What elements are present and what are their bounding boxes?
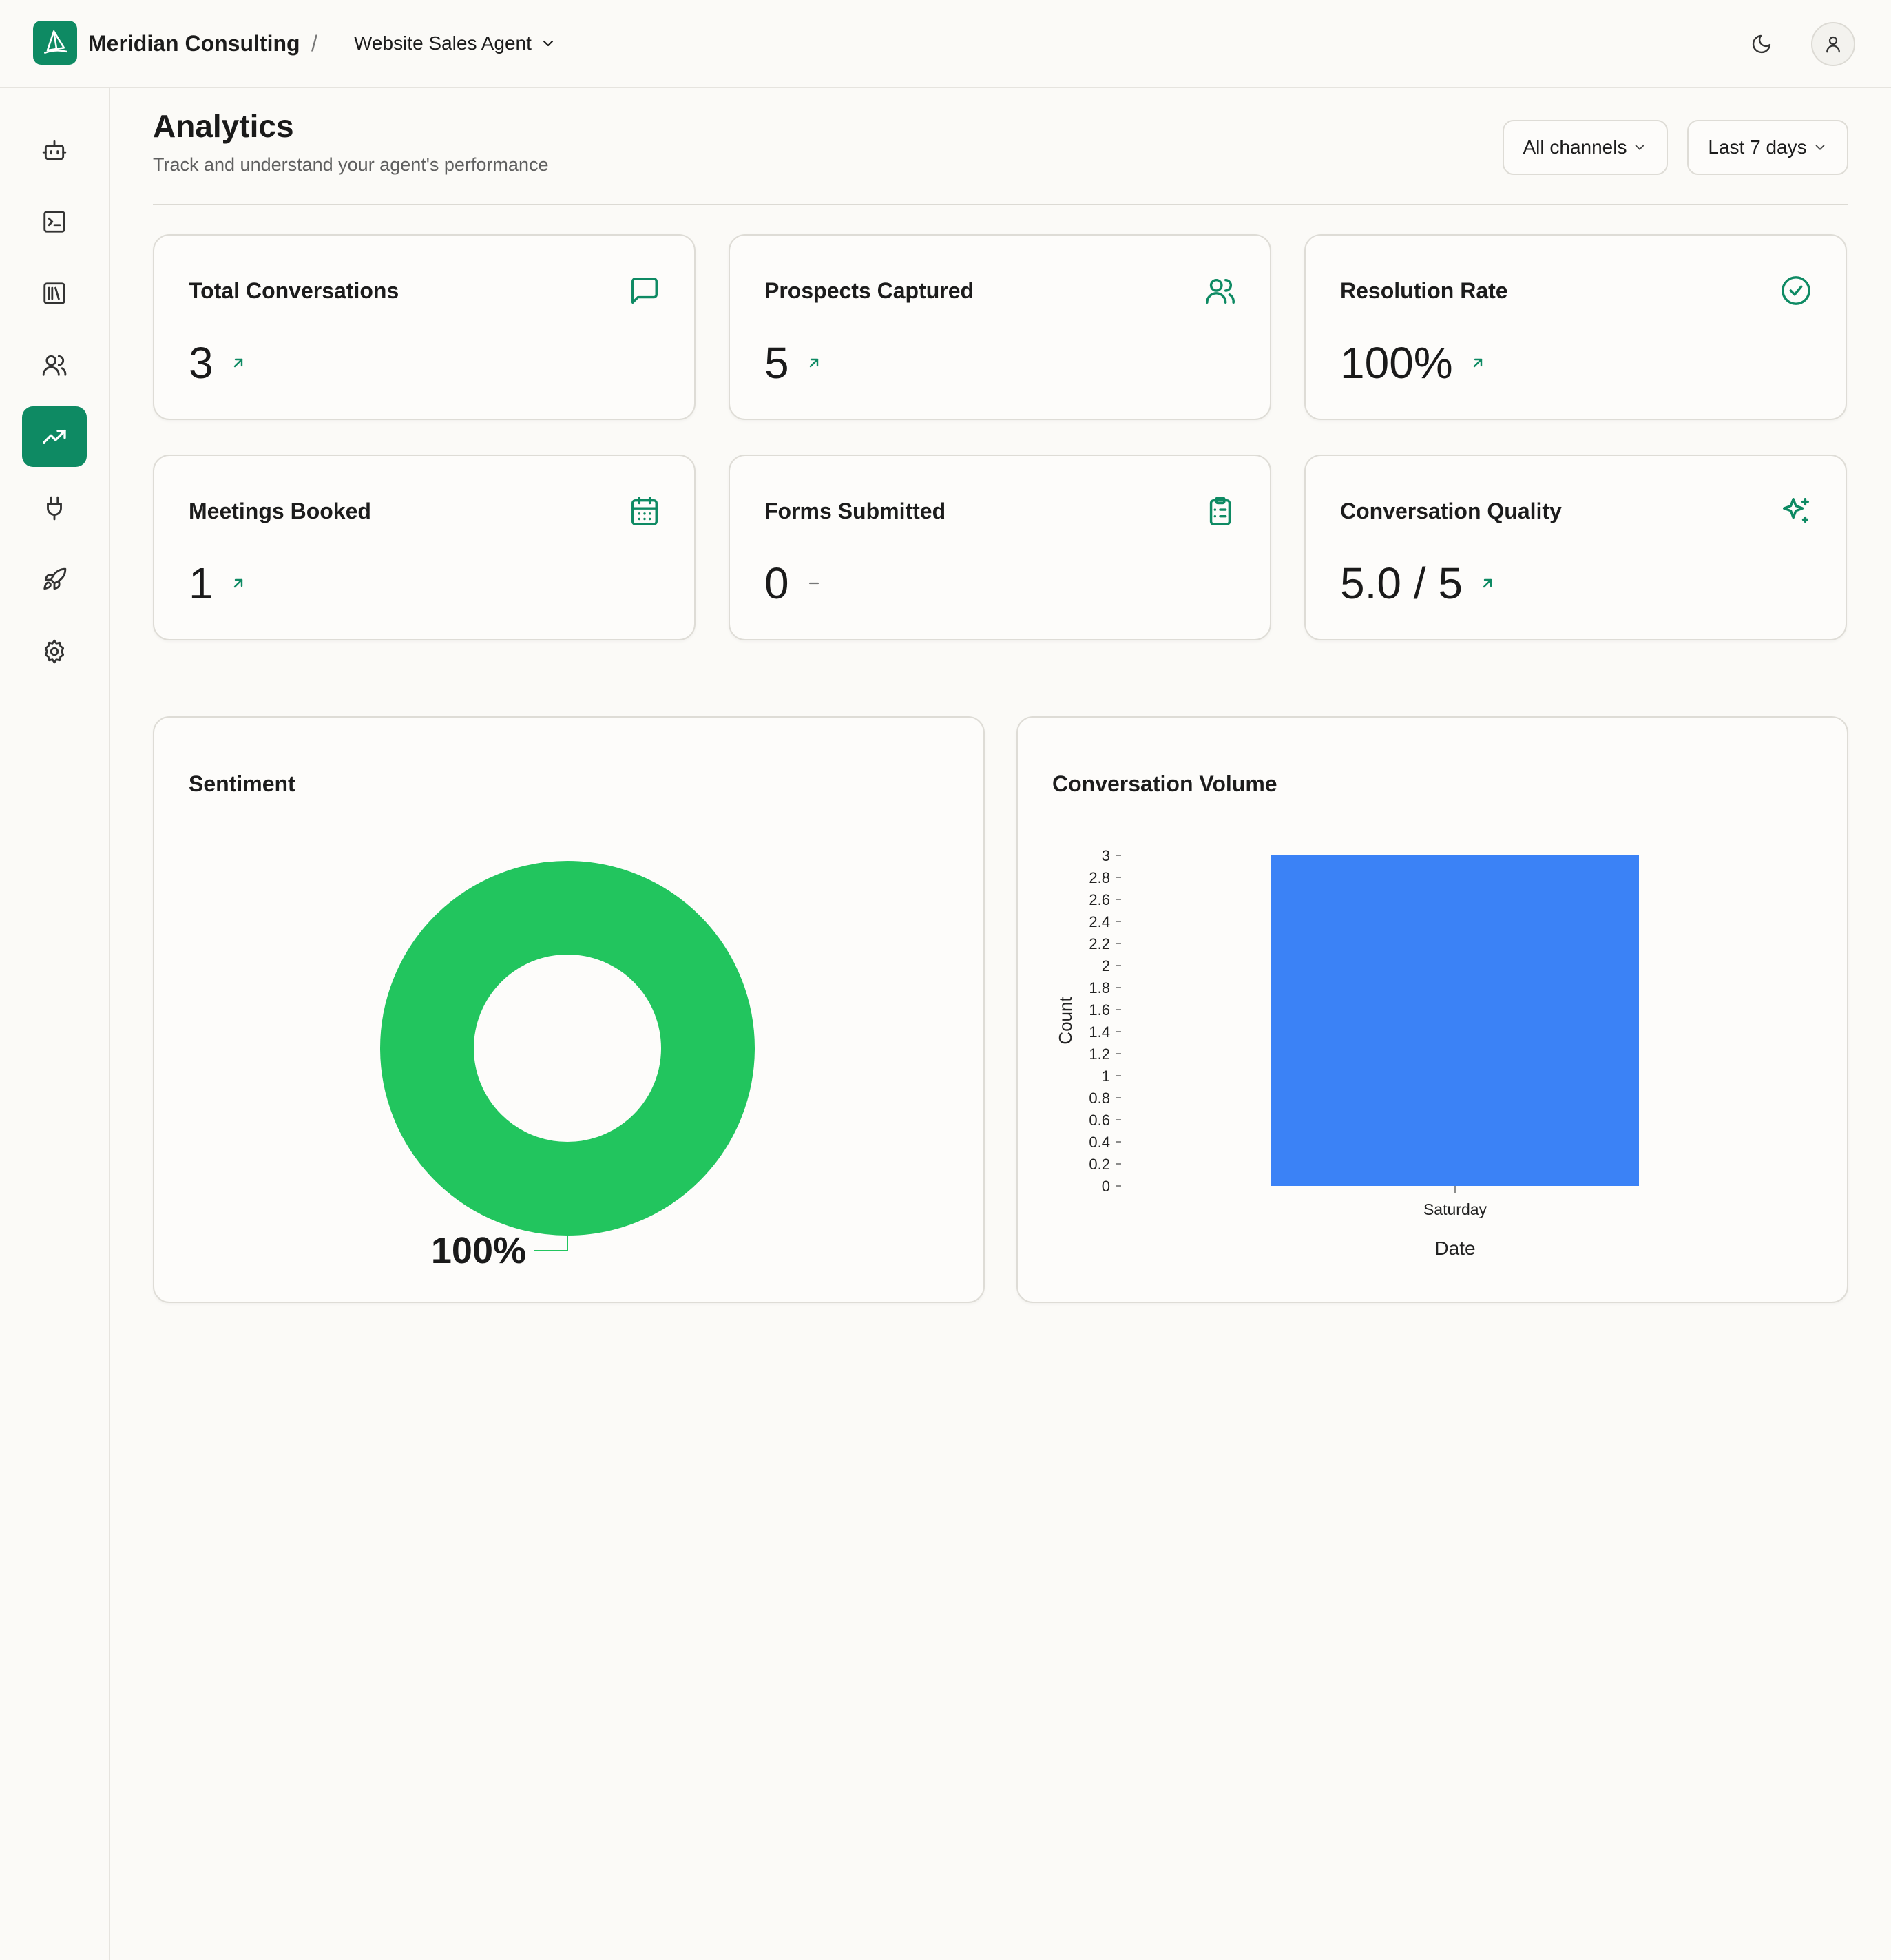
trend-up-icon xyxy=(1470,355,1486,371)
stat-card-total-conversations: Total Conversations 3 xyxy=(153,234,696,420)
x-axis-label: Date xyxy=(1434,1238,1475,1259)
users-icon xyxy=(1204,274,1237,307)
y-tick-label: 1.4 xyxy=(1089,1023,1110,1041)
org-name[interactable]: Meridian Consulting xyxy=(88,30,300,56)
y-tick-label: 2.8 xyxy=(1089,869,1110,886)
trend-flat-icon xyxy=(806,575,822,592)
moon-icon xyxy=(1752,34,1771,54)
sidebar-item-contacts[interactable] xyxy=(22,335,87,395)
trend-up-icon xyxy=(1479,575,1496,592)
page-subtitle: Track and understand your agent's perfor… xyxy=(153,154,549,175)
library-icon xyxy=(43,282,65,304)
stat-title: Forms Submitted xyxy=(764,499,946,523)
channel-filter-label: All channels xyxy=(1523,136,1627,158)
gear-icon xyxy=(44,639,65,664)
y-axis-label: Count xyxy=(1055,997,1076,1045)
breadcrumb-separator: / xyxy=(311,31,317,56)
sidebar-item-analytics[interactable] xyxy=(22,406,87,467)
stat-title: Prospects Captured xyxy=(764,278,974,303)
y-tick-label: 1.2 xyxy=(1089,1045,1110,1063)
x-tick-label: Saturday xyxy=(1423,1200,1487,1218)
users-icon xyxy=(42,355,67,376)
sidebar-item-integrations[interactable] xyxy=(22,478,87,539)
sentiment-donut-chart: 100% xyxy=(380,861,755,1271)
chevron-down-icon xyxy=(1636,145,1644,150)
stat-value: 3 xyxy=(189,338,213,388)
chevron-down-icon xyxy=(1815,145,1825,150)
conversation-volume-chart-card: Conversation Volume 0 0.2 0.4 0.6 0.8 1 1.2 1.4… xyxy=(1016,716,1848,1303)
trend-up-icon xyxy=(230,355,247,371)
y-tick-label: 2.4 xyxy=(1089,913,1110,930)
y-tick-label: 0.8 xyxy=(1089,1090,1110,1107)
y-tick-label: 0.6 xyxy=(1089,1112,1110,1129)
theme-toggle-button[interactable] xyxy=(1742,25,1781,63)
sidebar xyxy=(0,88,110,1960)
stat-card-resolution-rate: Resolution Rate 100% xyxy=(1304,234,1847,420)
stat-title: Conversation Quality xyxy=(1340,499,1562,523)
y-tick-label: 2.2 xyxy=(1089,935,1110,952)
chevron-down-icon xyxy=(543,40,553,47)
bot-icon xyxy=(42,140,67,160)
y-tick-label: 0.2 xyxy=(1089,1156,1110,1173)
stat-value: 5 xyxy=(764,338,789,388)
y-tick-label: 2.6 xyxy=(1089,891,1110,908)
stat-value: 0 xyxy=(764,559,789,608)
pie-label-leader xyxy=(534,1236,568,1251)
y-tick-label: 1 xyxy=(1102,1067,1110,1085)
sidebar-item-settings[interactable] xyxy=(22,621,87,682)
message-square-icon xyxy=(628,274,661,307)
y-tick-label: 0.4 xyxy=(1089,1134,1110,1151)
stat-value: 1 xyxy=(189,559,213,608)
agent-selector[interactable]: Website Sales Agent xyxy=(354,30,556,56)
date-range-dropdown[interactable]: Last 7 days xyxy=(1687,120,1848,175)
stat-card-forms-submitted: Forms Submitted 0 xyxy=(729,455,1271,640)
stat-value: 100% xyxy=(1340,338,1453,388)
pie-slice[interactable] xyxy=(380,861,755,1236)
rocket-icon xyxy=(43,567,67,590)
sailboat-icon[interactable] xyxy=(33,21,77,65)
stat-card-meetings-booked: Meetings Booked 1 xyxy=(153,455,696,640)
stat-card-conversation-quality: Conversation Quality 5.0 / 5 xyxy=(1304,455,1847,640)
y-tick-label: 2 xyxy=(1102,957,1110,974)
trending-up-icon xyxy=(43,430,66,444)
plug-icon xyxy=(47,496,62,521)
terminal-icon xyxy=(43,211,65,233)
clipboard-list-icon xyxy=(1204,494,1237,528)
sidebar-item-agent[interactable] xyxy=(22,120,87,180)
stat-value: 5.0 / 5 xyxy=(1340,559,1463,608)
stat-title: Meetings Booked xyxy=(189,499,371,523)
user-icon xyxy=(1826,36,1840,53)
sentiment-chart-card: Sentiment 100% xyxy=(153,716,985,1303)
calendar-icon xyxy=(628,494,661,528)
stat-title: Resolution Rate xyxy=(1340,278,1508,303)
trend-up-icon xyxy=(230,575,247,592)
pie-data-label: 100% xyxy=(431,1230,526,1271)
y-tick-label: 3 xyxy=(1102,847,1110,864)
y-tick-label: 1.8 xyxy=(1089,979,1110,997)
bar[interactable] xyxy=(1271,855,1639,1186)
date-range-label: Last 7 days xyxy=(1708,136,1807,158)
check-circle-icon xyxy=(1779,274,1812,307)
sparkles-icon xyxy=(1779,494,1812,528)
stat-card-prospects-captured: Prospects Captured 5 xyxy=(729,234,1271,420)
stat-title: Total Conversations xyxy=(189,278,399,303)
agent-name: Website Sales Agent xyxy=(354,32,532,54)
trend-up-icon xyxy=(806,355,822,371)
header-divider xyxy=(153,204,1848,205)
top-bar: Meridian Consulting / Website Sales Agen… xyxy=(0,0,1891,88)
account-avatar-button[interactable] xyxy=(1811,22,1855,66)
sidebar-item-library[interactable] xyxy=(22,263,87,324)
page-title: Analytics xyxy=(153,108,294,144)
sidebar-item-deploy[interactable] xyxy=(22,550,87,610)
y-tick-label: 1.6 xyxy=(1089,1001,1110,1019)
conversation-volume-bar-chart: 0 0.2 0.4 0.6 0.8 1 1.2 1.4 1.6 1.8 2 2.2 2.4 2.6 2.8 3… xyxy=(1055,847,1639,1259)
channel-filter-dropdown[interactable]: All channels xyxy=(1503,120,1668,175)
sidebar-item-console[interactable] xyxy=(22,191,87,252)
y-tick-label: 0 xyxy=(1102,1178,1110,1195)
